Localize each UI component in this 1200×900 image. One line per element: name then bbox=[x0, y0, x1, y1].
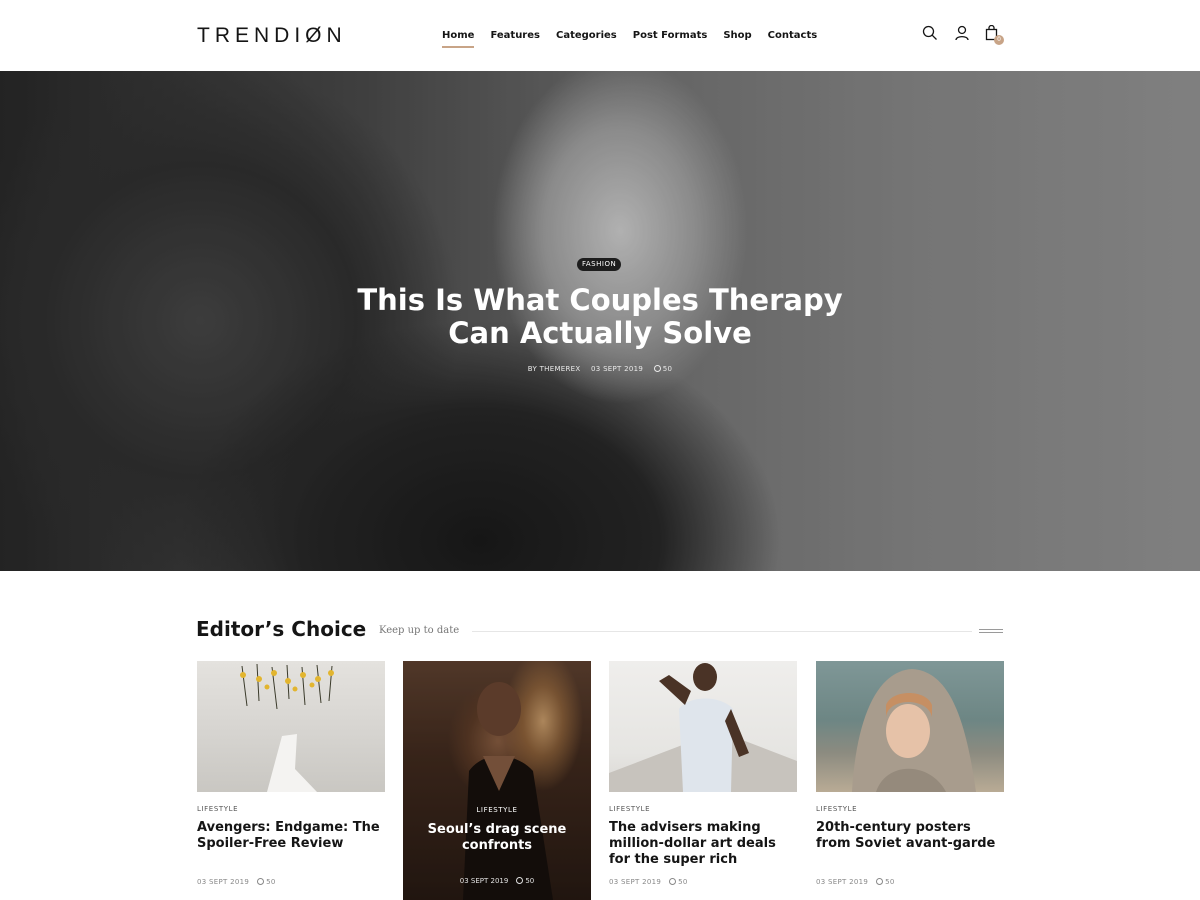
nav-categories[interactable]: Categories bbox=[556, 29, 617, 43]
user-icon[interactable] bbox=[954, 25, 972, 43]
article-title[interactable]: Avengers: Endgame: The Spoiler-Free Revi… bbox=[197, 820, 385, 852]
article-meta: 03 SEPT 2019 50 bbox=[816, 877, 895, 887]
article-comments[interactable]: 50 bbox=[678, 878, 688, 886]
article-comments[interactable]: 50 bbox=[266, 878, 276, 886]
comment-icon bbox=[516, 877, 524, 884]
article-date: 03 SEPT 2019 bbox=[197, 878, 250, 886]
article-card: LIFESTYLE Avengers: Endgame: The Spoiler… bbox=[197, 661, 385, 886]
search-icon[interactable] bbox=[922, 25, 940, 43]
article-comments[interactable]: 50 bbox=[525, 877, 534, 885]
nav-features[interactable]: Features bbox=[490, 29, 540, 43]
article-title[interactable]: The advisers making million-dollar art d… bbox=[609, 820, 797, 868]
image-overlay bbox=[403, 661, 591, 900]
article-thumbnail[interactable] bbox=[609, 661, 797, 792]
nav-post-formats[interactable]: Post Formats bbox=[633, 29, 708, 43]
site-header: TRENDIØN Home Features Categories Post F… bbox=[0, 0, 1200, 71]
article-date: 03 SEPT 2019 bbox=[459, 877, 509, 885]
hero-title[interactable]: This Is What Couples Therapy Can Actuall… bbox=[300, 284, 900, 350]
comment-icon bbox=[257, 878, 265, 885]
article-category[interactable]: LIFESTYLE bbox=[609, 804, 797, 814]
slider-nav-icon[interactable] bbox=[979, 629, 1003, 633]
cart-count-badge: 0 bbox=[994, 35, 1004, 45]
hero-title-line-1: This Is What Couples Therapy bbox=[357, 283, 843, 317]
comment-icon bbox=[653, 365, 661, 372]
site-logo[interactable]: TRENDIØN bbox=[197, 24, 347, 48]
section-divider bbox=[472, 631, 972, 632]
article-card-featured[interactable]: LIFESTYLE Seoul’s drag scene confronts 0… bbox=[403, 661, 591, 900]
hero-author[interactable]: BY THEMEREX bbox=[528, 365, 581, 373]
section-subtitle: Keep up to date bbox=[379, 625, 460, 636]
article-meta: 03 SEPT 2019 50 bbox=[197, 877, 276, 887]
article-category[interactable]: LIFESTYLE bbox=[197, 804, 385, 814]
main-nav: Home Features Categories Post Formats Sh… bbox=[442, 29, 833, 48]
article-thumbnail[interactable] bbox=[816, 661, 1004, 792]
hero-title-line-2: Can Actually Solve bbox=[448, 316, 752, 350]
nav-home[interactable]: Home bbox=[442, 29, 475, 48]
hero-feature[interactable]: FASHION This Is What Couples Therapy Can… bbox=[0, 71, 1200, 571]
article-card: LIFESTYLE 20th-century posters from Sovi… bbox=[816, 661, 1004, 886]
article-category[interactable]: LIFESTYLE bbox=[816, 804, 1004, 814]
nav-shop[interactable]: Shop bbox=[723, 29, 751, 43]
nav-contacts[interactable]: Contacts bbox=[768, 29, 818, 43]
comment-icon bbox=[669, 878, 677, 885]
article-meta: 03 SEPT 2019 50 bbox=[403, 876, 591, 886]
hero-meta: BY THEMEREX 03 SEPT 2019 50 bbox=[500, 364, 700, 374]
article-card: LIFESTYLE The advisers making million-do… bbox=[609, 661, 797, 886]
article-date: 03 SEPT 2019 bbox=[816, 878, 869, 886]
hero-comments[interactable]: 50 bbox=[663, 365, 673, 373]
article-date: 03 SEPT 2019 bbox=[609, 878, 662, 886]
cart-icon[interactable]: 0 bbox=[985, 24, 1004, 45]
article-category[interactable]: LIFESTYLE bbox=[403, 805, 591, 815]
comment-icon bbox=[876, 878, 884, 885]
article-meta: 03 SEPT 2019 50 bbox=[609, 877, 688, 887]
article-title[interactable]: Seoul’s drag scene confronts bbox=[417, 822, 577, 854]
hero-date: 03 SEPT 2019 bbox=[591, 365, 644, 373]
hero-category-tag[interactable]: FASHION bbox=[577, 258, 622, 271]
article-comments[interactable]: 50 bbox=[885, 878, 895, 886]
article-thumbnail[interactable] bbox=[197, 661, 385, 792]
article-title[interactable]: 20th-century posters from Soviet avant-g… bbox=[816, 820, 1004, 852]
section-title: Editor’s Choice bbox=[196, 617, 367, 641]
